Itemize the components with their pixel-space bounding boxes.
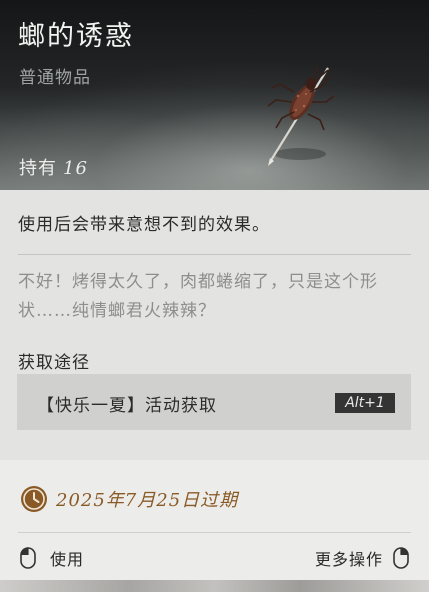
item-details: 使用后会带来意想不到的效果。 不好！烤得太久了，肉都蜷缩了，只是这个形状……纯情… <box>0 190 429 460</box>
item-flavor-text: 不好！烤得太久了，肉都蜷缩了，只是这个形状……纯情螂君火辣辣？ <box>18 272 378 321</box>
item-name: 螂的诱惑 <box>18 21 134 52</box>
source-row[interactable]: 【快乐一夏】活动获取 Alt+1 <box>17 374 411 430</box>
item-effect: 使用后会带来意想不到的效果。 <box>18 215 270 235</box>
clock-icon <box>21 486 47 512</box>
source-label: 获取途径 <box>18 353 90 373</box>
hotkey-badge: Alt+1 <box>335 393 395 413</box>
use-label: 使用 <box>50 550 85 569</box>
expiry-row: 2025年7月25日过期 <box>20 484 238 514</box>
item-header: 螂的诱惑 普通物品 持有 16 <box>0 0 429 190</box>
divider <box>18 254 411 255</box>
decorative-strip <box>0 580 429 592</box>
expiry-date: 2025年7月25日过期 <box>56 490 239 511</box>
more-actions-button[interactable]: 更多操作 <box>315 546 409 570</box>
mouse-right-icon <box>393 547 409 569</box>
owned-count: 持有 16 <box>19 154 88 180</box>
owned-number: 16 <box>63 158 88 179</box>
more-actions-label: 更多操作 <box>314 550 383 569</box>
mouse-left-icon <box>20 547 36 569</box>
skewered-cockroach-icon <box>267 65 335 166</box>
item-tooltip-card: 螂的诱惑 普通物品 持有 16 使用后会带来意想不到的效果。 不好！烤得太久了，… <box>0 0 429 592</box>
item-category: 普通物品 <box>19 68 91 88</box>
owned-label: 持有 <box>19 158 57 179</box>
item-footer: 2025年7月25日过期 使用 更多操作 <box>0 460 429 592</box>
divider <box>18 532 411 533</box>
use-button[interactable]: 使用 <box>20 546 84 570</box>
source-text: 【快乐一夏】活动获取 <box>37 396 217 416</box>
